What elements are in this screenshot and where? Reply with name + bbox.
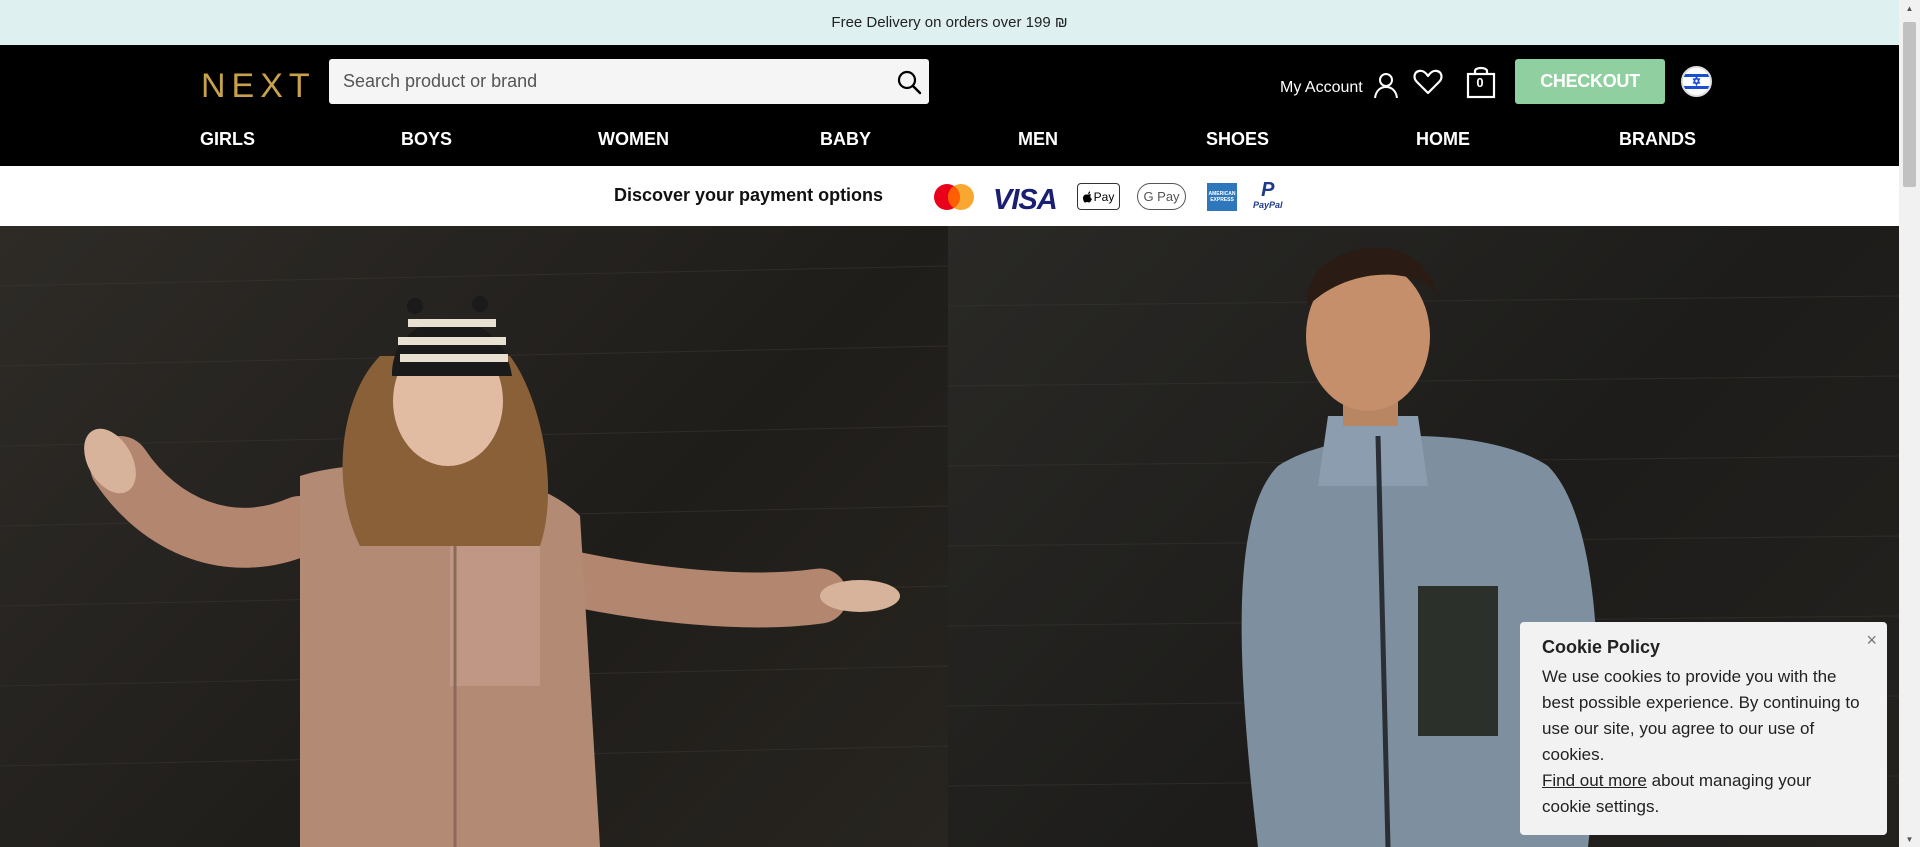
- apple-pay-icon: Pay: [1077, 183, 1120, 210]
- page-scrollbar[interactable]: ▲ ▼: [1899, 0, 1920, 847]
- nav-item-baby[interactable]: BABY: [820, 129, 871, 150]
- close-icon[interactable]: ×: [1866, 630, 1877, 651]
- cookie-policy-title: Cookie Policy: [1542, 637, 1661, 657]
- scrollbar-thumb[interactable]: [1903, 22, 1916, 187]
- mastercard-icon: [931, 183, 977, 216]
- my-account-label: My Account: [1280, 78, 1363, 96]
- cookie-policy-body: We use cookies to provide you with the b…: [1542, 664, 1865, 820]
- search-icon[interactable]: [889, 59, 929, 104]
- scroll-up-arrow-icon[interactable]: ▲: [1899, 0, 1920, 16]
- search-bar: [329, 59, 929, 104]
- nav-item-men[interactable]: MEN: [1018, 129, 1058, 150]
- cookie-policy-popup: × Cookie Policy We use cookies to provid…: [1520, 622, 1887, 835]
- nav-item-women[interactable]: WOMEN: [598, 129, 669, 150]
- nav-item-brands[interactable]: BRANDS: [1619, 129, 1696, 150]
- israel-flag-icon[interactable]: [1681, 66, 1712, 97]
- visa-icon: VISA: [993, 184, 1058, 216]
- promo-text: Free Delivery on orders over 199 ₪: [831, 14, 1068, 31]
- user-icon: [1373, 71, 1399, 104]
- search-input[interactable]: [329, 59, 889, 104]
- payment-options-label: Discover your payment options: [614, 185, 884, 205]
- nav-item-girls[interactable]: GIRLS: [200, 129, 255, 150]
- nav-item-shoes[interactable]: SHOES: [1206, 129, 1269, 150]
- nav-item-boys[interactable]: BOYS: [401, 129, 452, 150]
- site-header: NEXT My Account 0 CHECKOUT GIRLS BOYS WO…: [0, 45, 1899, 166]
- american-express-icon: AMERICAN EXPRESS: [1207, 183, 1237, 211]
- favourites-heart-icon[interactable]: [1413, 68, 1443, 101]
- cookie-policy-text: We use cookies to provide you with the b…: [1542, 667, 1860, 764]
- nav-item-home[interactable]: HOME: [1416, 129, 1470, 150]
- checkout-button[interactable]: CHECKOUT: [1515, 59, 1665, 104]
- promo-banner: Free Delivery on orders over 199 ₪: [0, 0, 1899, 45]
- bag-count: 0: [1476, 75, 1484, 90]
- paypal-icon: P PayPal: [1253, 179, 1283, 210]
- next-logo[interactable]: NEXT: [201, 67, 316, 106]
- find-out-more-link[interactable]: Find out more: [1542, 771, 1647, 790]
- payment-options-strip[interactable]: Discover your payment options VISA Pay G…: [0, 166, 1899, 226]
- hero-image-girl-fleece[interactable]: [0, 226, 949, 847]
- shopping-bag-icon[interactable]: 0: [1466, 65, 1496, 104]
- main-navigation: GIRLS BOYS WOMEN BABY MEN SHOES HOME BRA…: [200, 129, 1700, 159]
- my-account-link[interactable]: My Account: [1280, 71, 1399, 104]
- google-pay-icon: G Pay: [1137, 183, 1186, 210]
- scroll-down-arrow-icon[interactable]: ▼: [1899, 831, 1920, 847]
